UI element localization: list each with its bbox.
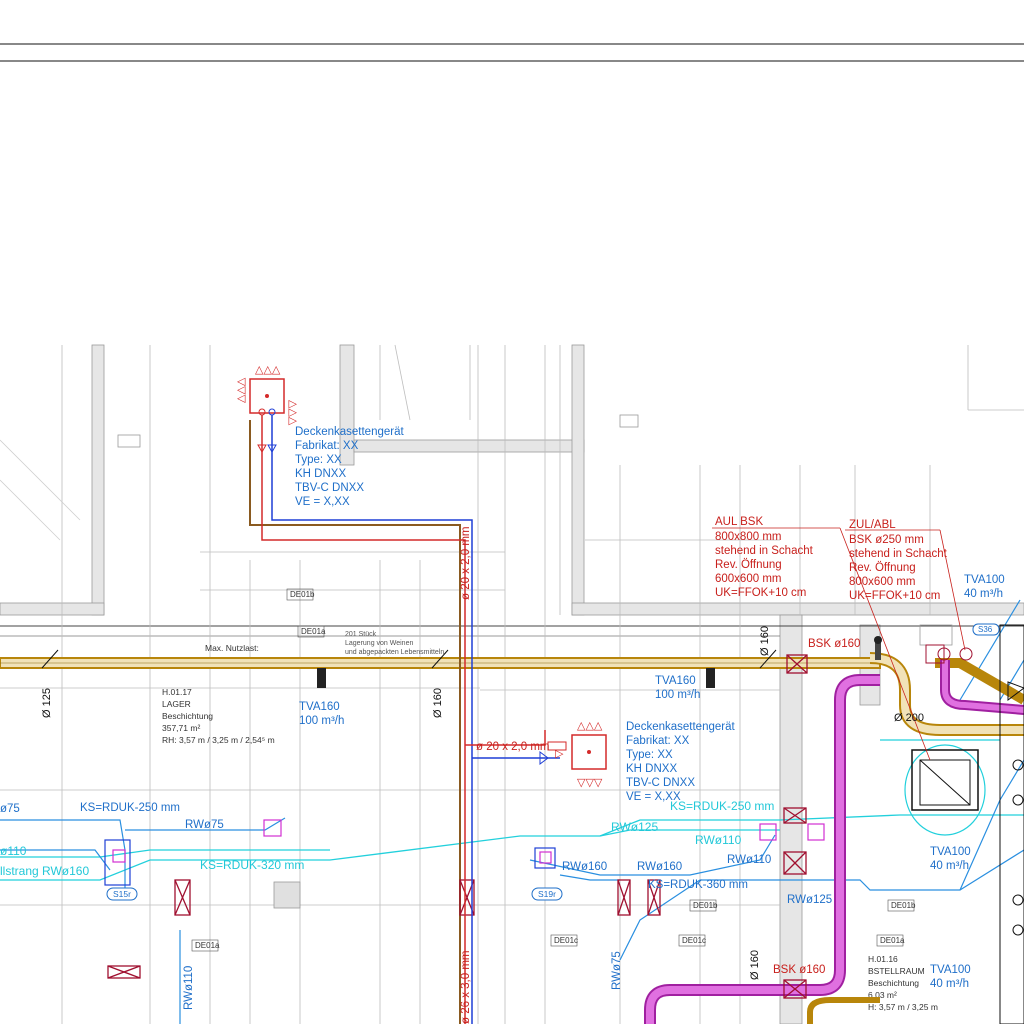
rw125-a: RWø125 (611, 820, 658, 834)
bestell-id: H.01.16 (868, 954, 898, 964)
ref-top: ø 20 x 2,0 mm (460, 527, 472, 601)
supply-duct-main (0, 420, 1024, 1024)
svg-text:△△△: △△△ (577, 719, 603, 732)
svg-text:▷: ▷ (555, 747, 564, 760)
ref-bot: ø 26 x 3,0 mm (460, 951, 472, 1024)
pallet-note-1: 201 Stück (345, 631, 377, 638)
svg-text:△△△: △△△ (234, 377, 247, 403)
bsk-bottom-label: BSK ø160 (773, 964, 825, 976)
hvac-floor-plan: H.01.17 LAGER Beschichtung 357,71 m² RH:… (0, 43, 1024, 1024)
pallet-note-3: und abgepackten Lebensmitteln. (345, 649, 446, 656)
zul-line3: Rev. Öffnung (849, 562, 916, 574)
tva-d-name: TVA100 (930, 846, 971, 858)
rw160-a: RWø160 (562, 861, 607, 873)
lager-id: H.01.17 (162, 687, 192, 697)
dim-160-c: Ø 160 (749, 950, 761, 980)
tva-c-flow: 40 m³/h (964, 588, 1003, 600)
tag-de01a-b: DE01a (195, 941, 220, 950)
bestell-name: BSTELLRAUM (868, 966, 925, 976)
ks360: KS=RDUK-360 mm (648, 879, 748, 891)
unit1-line1: Deckenkasettengerät (295, 426, 404, 438)
ref-mid: ø 20 x 2,0 mm (476, 741, 550, 753)
tva-b-flow: 100 m³/h (655, 689, 700, 701)
rw75-a: RWø75 (185, 819, 224, 831)
dim-200: Ø 200 (894, 712, 924, 724)
unit2-line3: Type: XX (626, 749, 673, 761)
rw-left-110: ø110 (0, 844, 27, 858)
lager-name: LAGER (162, 699, 191, 709)
unit2-line4: KH DNXX (626, 763, 677, 775)
ks320: KS=RDUK-320 mm (200, 858, 304, 872)
rw-left-75: ø75 (0, 803, 20, 815)
tag-s36: S36 (978, 625, 993, 634)
cassette-unit-2: △△△ ▽▽▽ ▷ (465, 719, 607, 789)
aul-title: AUL BSK (715, 516, 763, 528)
dim-125: Ø 125 (41, 688, 53, 718)
tag-s19r: S19r (538, 889, 556, 899)
lager-rh: RH: 3,57 m / 3,25 m / 2,54⁵ m (162, 735, 275, 745)
lager-area: 357,71 m² (162, 723, 200, 733)
unit1-line4: KH DNXX (295, 468, 346, 480)
unit1-line3: Type: XX (295, 454, 342, 466)
title-block-lines (0, 43, 1024, 62)
pallet-note-2: Lagerung von Weinen (345, 640, 413, 647)
bsk-top-label: BSK ø160 (808, 638, 860, 650)
dim-160-a: Ø 160 (432, 688, 444, 718)
tva-a-flow: 100 m³/h (299, 715, 344, 727)
aul-line4: 600x600 mm (715, 573, 781, 585)
ks250-b: KS=RDUK-250 mm (670, 799, 774, 813)
aul-line1: 800x800 mm (715, 531, 781, 543)
ks250-a: KS=RDUK-250 mm (80, 802, 180, 814)
tva-b-name: TVA160 (655, 675, 696, 687)
bestell-desc: Beschichtung (868, 978, 919, 988)
tag-de01c-b: DE01c (682, 936, 706, 945)
unit2-line5: TBV-C DNXX (626, 777, 695, 789)
tva-d-flow: 40 m³/h (930, 860, 969, 872)
svg-text:▽▽▽: ▽▽▽ (577, 776, 603, 789)
lager-desc: Beschichtung (162, 711, 213, 721)
tag-de01b-b: DE01b (693, 901, 718, 910)
rw125-b: RWø125 (787, 894, 832, 906)
zul-line2: stehend in Schacht (849, 548, 948, 560)
tag-de01b-a: DE01b (290, 590, 315, 599)
rw-left-strang: llstrang RWø160 (0, 864, 89, 878)
tag-s15r: S15r (113, 889, 131, 899)
rw160-b: RWø160 (637, 861, 682, 873)
svg-text:△△△: △△△ (287, 400, 300, 426)
rw75-b: RWø75 (611, 951, 623, 990)
tag-de01a-c: DE01a (880, 936, 905, 945)
unit2-line1: Deckenkasettengerät (626, 721, 735, 733)
aul-line2: stehend in Schacht (715, 545, 814, 557)
zul-title: ZUL/ABL (849, 519, 896, 531)
svg-text:△△△: △△△ (255, 363, 281, 376)
unit2-line2: Fabrikat: XX (626, 735, 690, 747)
aul-line5: UK=FFOK+10 cm (715, 587, 806, 599)
load-note: Max. Nutzlast: (205, 643, 259, 653)
unit1-line2: Fabrikat: XX (295, 440, 359, 452)
tag-de01a-a: DE01a (301, 627, 326, 636)
unit1-line5: TBV-C DNXX (295, 482, 364, 494)
rw110-c: RWø110 (183, 966, 195, 1010)
rw110-b: RWø110 (727, 854, 771, 866)
tva-c-name: TVA100 (964, 574, 1005, 586)
aul-line3: Rev. Öffnung (715, 559, 782, 571)
bestell-rh: H: 3,57 m / 3,25 m (868, 1002, 938, 1012)
tva-e-name: TVA100 (930, 964, 971, 976)
dim-160-b: Ø 160 (759, 626, 771, 656)
tag-de01c: DE01c (554, 936, 578, 945)
zul-line4: 800x600 mm (849, 576, 915, 588)
tva-e-flow: 40 m³/h (930, 978, 969, 990)
tag-de01b-c: DE01b (891, 901, 916, 910)
zul-line5: UK=FFOK+10 cm (849, 590, 940, 602)
unit1-line6: VE = X,XX (295, 496, 350, 508)
rw110-a: RWø110 (695, 833, 742, 847)
cable-labels: KS=RDUK-250 mm KS=RDUK-250 mm KS=RDUK-32… (80, 799, 774, 891)
zul-line1: BSK ø250 mm (849, 534, 924, 546)
tva-a-name: TVA160 (299, 701, 340, 713)
